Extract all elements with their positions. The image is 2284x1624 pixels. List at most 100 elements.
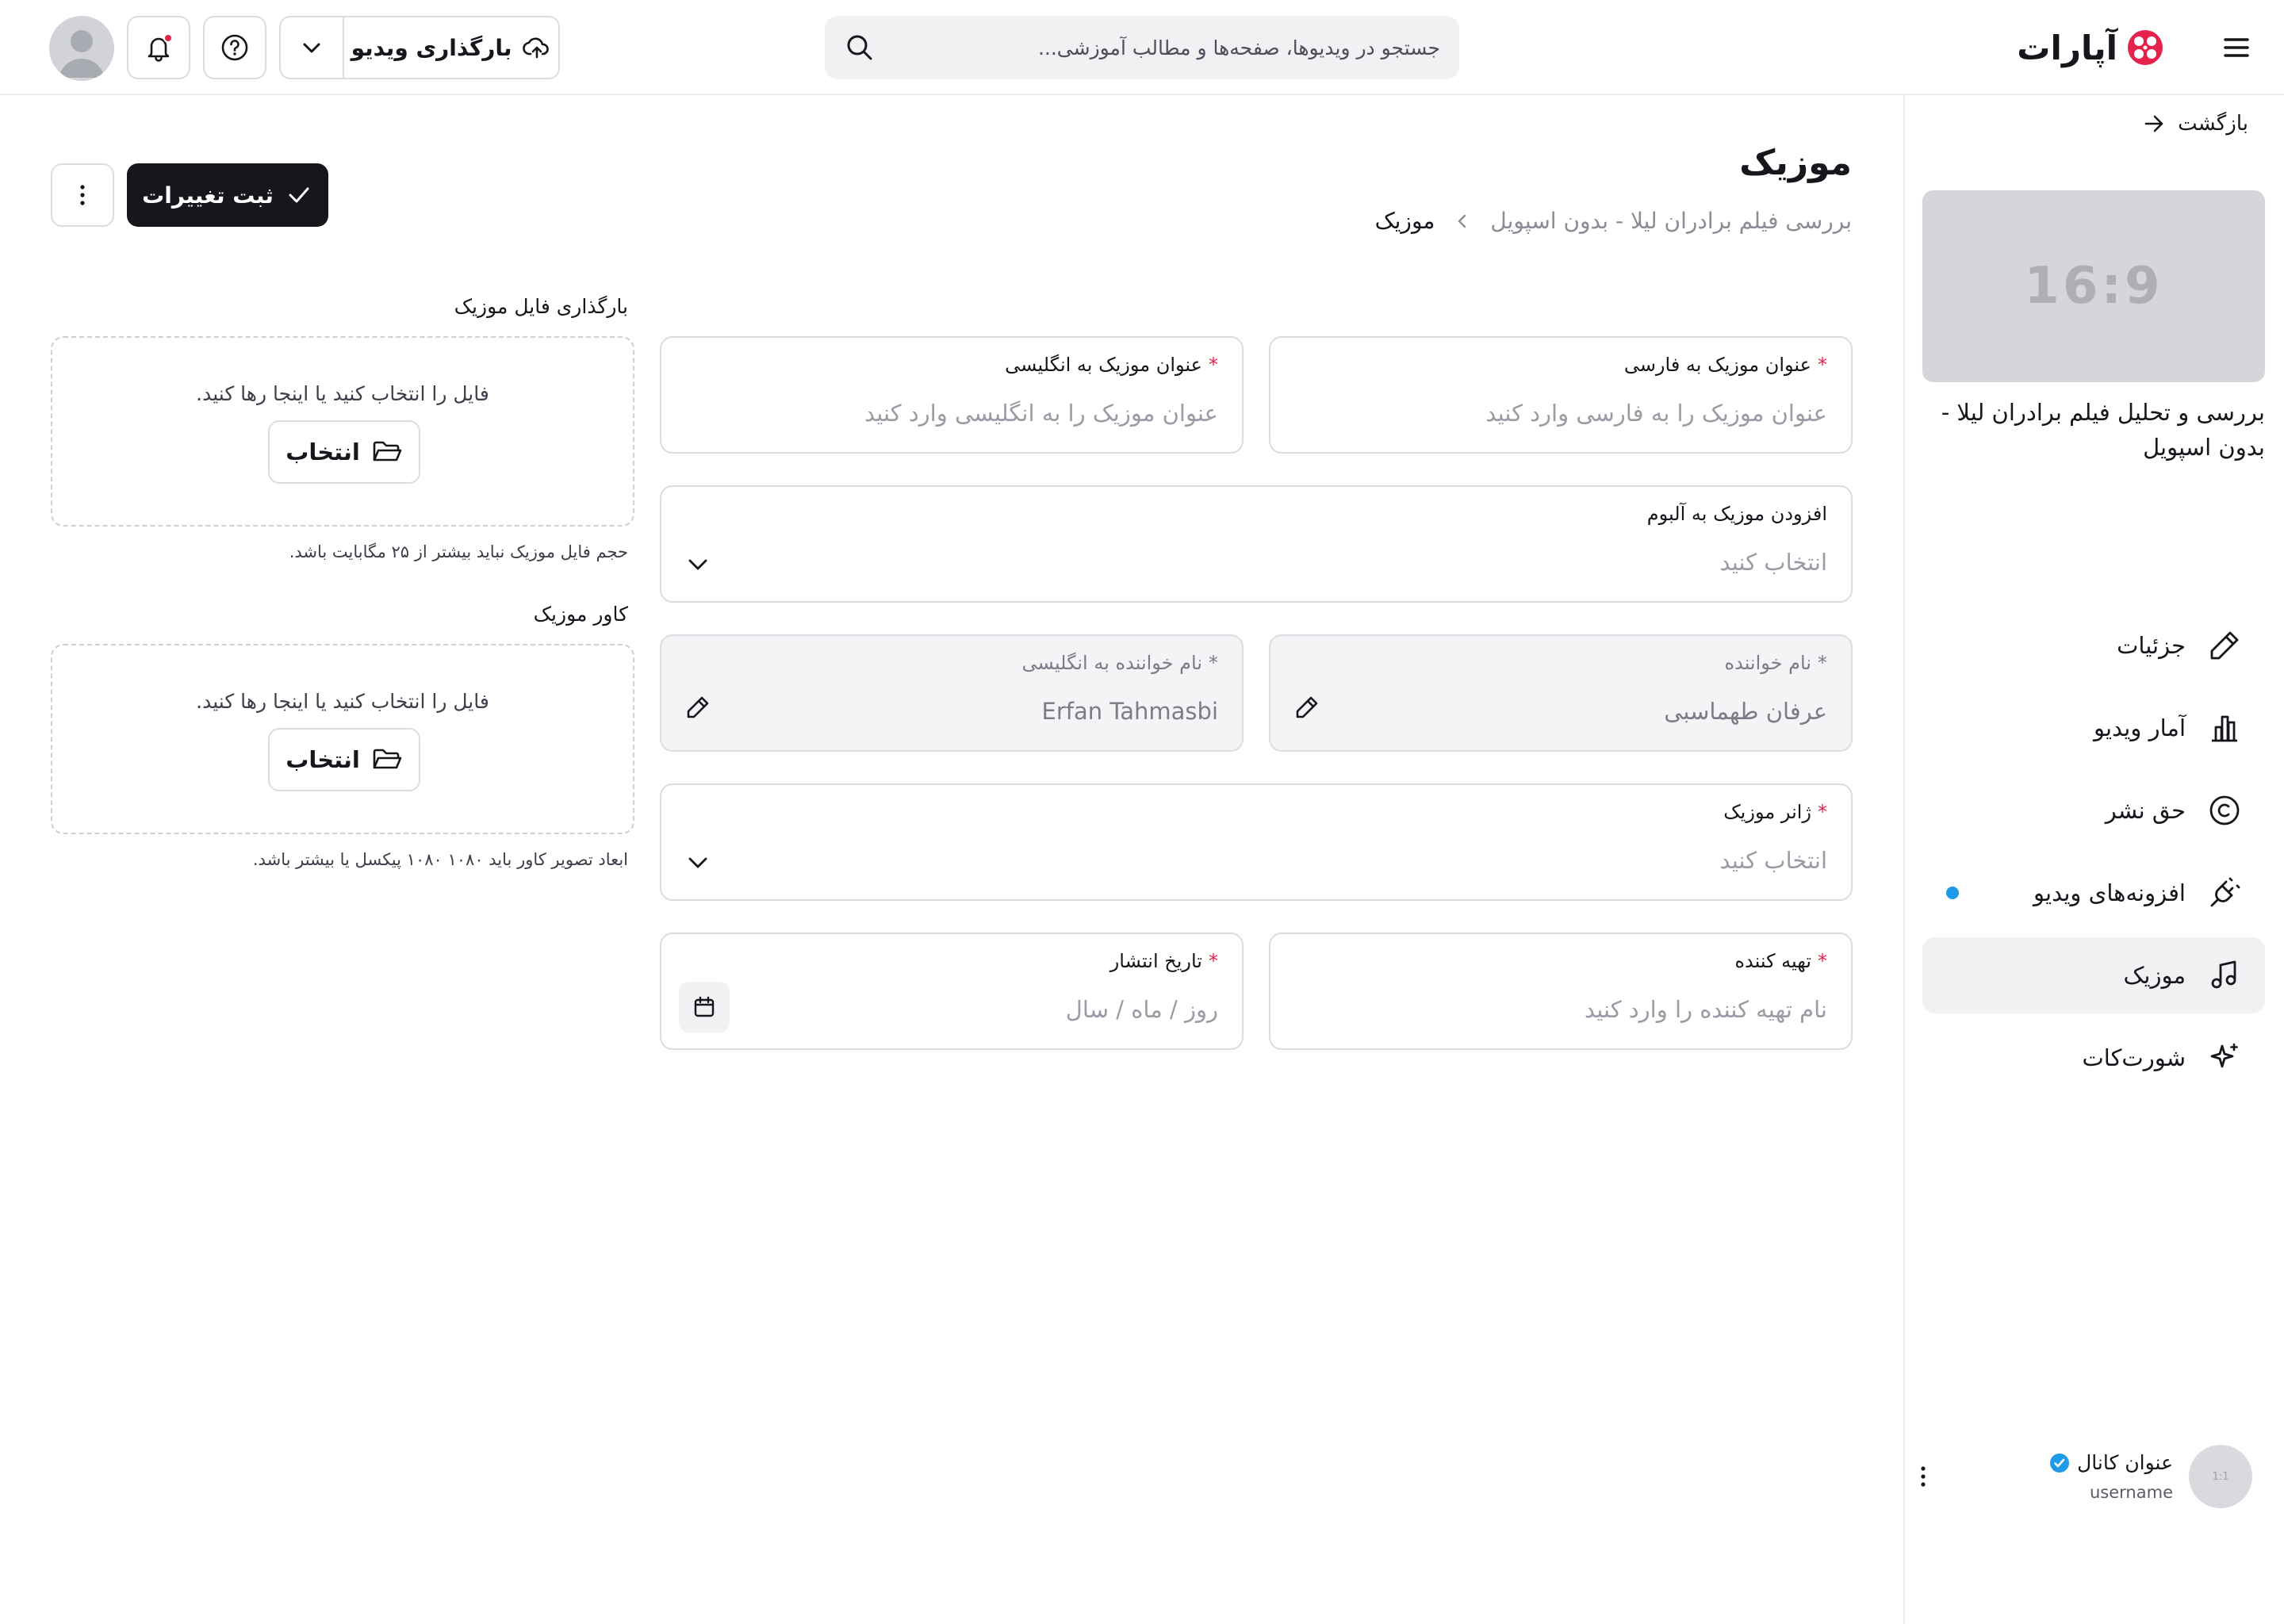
chevron-down-icon [684, 848, 712, 877]
page-title: موزیک [1739, 143, 1852, 183]
field-label: * تاریخ انتشار [1110, 950, 1218, 972]
music-dropzone[interactable]: فایل را انتخاب کنید یا اینجا رها کنید. ا… [51, 336, 634, 527]
avatar-ratio: 1:1 [2212, 1470, 2229, 1483]
pencil-icon [2206, 627, 2243, 664]
singer-fa-field: * نام خواننده عرفان طهماسبی [1269, 634, 1853, 752]
channel-avatar: 1:1 [2189, 1445, 2252, 1508]
upload-video-button[interactable]: بارگذاری ویدیو [344, 17, 558, 78]
nav-item-details[interactable]: جزئیات [1922, 607, 2265, 684]
more-options-button[interactable] [51, 163, 114, 227]
user-avatar[interactable] [49, 16, 114, 81]
save-changes-button[interactable]: ثبت تغییرات [127, 163, 328, 227]
chevron-down-icon [298, 34, 325, 61]
check-icon [285, 181, 313, 209]
search-input[interactable]: جستجو در ویدیوها، صفحه‌ها و مطالب آموزشی… [876, 36, 1440, 59]
breadcrumb-item-video[interactable]: بررسی فیلم برادران لیلا - بدون اسپویل [1490, 208, 1852, 234]
release-date-input[interactable]: روز / ماه / سال [1066, 996, 1218, 1023]
cover-label: کاور موزیک [533, 603, 628, 626]
release-date-label: تاریخ انتشار [1109, 950, 1202, 972]
nav-item-video-plugins[interactable]: افزونه‌های ویدیو [1922, 855, 2265, 931]
channel-username: username [2090, 1483, 2173, 1502]
field-label: * ژانر موزیک [1723, 801, 1827, 823]
nav-item-music[interactable]: موزیک [1922, 937, 2265, 1013]
choose-label: انتخاب [286, 439, 360, 465]
album-label: افزودن موزیک به آلبوم [1646, 503, 1827, 525]
save-label: ثبت تغییرات [142, 182, 274, 209]
field-label: * عنوان موزیک به فارسی [1624, 354, 1827, 376]
pencil-icon[interactable] [1293, 693, 1321, 722]
album-select-value: انتخاب کنید [1719, 549, 1827, 576]
required-mark: * [1209, 950, 1218, 972]
required-mark: * [1209, 354, 1218, 376]
folder-open-icon [371, 745, 403, 774]
album-select[interactable]: افزودن موزیک به آلبوم انتخاب کنید [660, 485, 1853, 603]
producer-field[interactable]: * تهیه کننده نام تهیه کننده را وارد کنید [1269, 933, 1853, 1050]
required-mark: * [1818, 801, 1827, 823]
nav-label: افزونه‌های ویدیو [2033, 879, 2186, 906]
producer-input[interactable]: نام تهیه کننده را وارد کنید [1585, 996, 1827, 1023]
video-thumbnail: 16:9 [1922, 190, 2265, 382]
channel-card[interactable]: 1:1 عنوان کانال username [1919, 1445, 2252, 1508]
aparat-logo-icon [2128, 30, 2163, 65]
cover-dropzone[interactable]: فایل را انتخاب کنید یا اینجا رها کنید. ا… [51, 644, 634, 834]
genre-select[interactable]: * ژانر موزیک انتخاب کنید [660, 783, 1853, 901]
nav-item-shortcut[interactable]: شورت‌کات [1922, 1020, 2265, 1096]
aparat-logo[interactable]: آپارات [2017, 24, 2165, 71]
sparkle-icon [2206, 1040, 2243, 1076]
title-en-field[interactable]: * عنوان موزیک به انگلیسی عنوان موزیک را ب… [660, 336, 1244, 454]
choose-cover-button[interactable]: انتخاب [268, 728, 420, 791]
upload-video-label: بارگذاری ویدیو [351, 34, 512, 61]
video-title: بررسی و تحلیل فیلم برادران لیلا - بدون ا… [1941, 399, 2265, 461]
title-en-label: عنوان موزیک به انگلیسی [1005, 354, 1202, 376]
more-vertical-icon[interactable] [1911, 1462, 1935, 1491]
nav-label: شورت‌کات [2082, 1044, 2186, 1071]
release-date-field[interactable]: * تاریخ انتشار روز / ماه / سال [660, 933, 1244, 1050]
help-button[interactable] [203, 16, 266, 79]
genre-select-value: انتخاب کنید [1719, 847, 1827, 874]
cloud-upload-icon [523, 33, 551, 62]
choose-label: انتخاب [286, 746, 360, 773]
nav-label: جزئیات [2117, 632, 2186, 659]
producer-label: تهیه کننده [1734, 950, 1811, 972]
singer-fa-value: عرفان طهماسبی [1664, 698, 1827, 725]
channel-name: عنوان کانال [2077, 1451, 2173, 1474]
notifications-button[interactable] [127, 16, 190, 79]
required-mark: * [1818, 950, 1827, 972]
arrow-right-icon [2141, 111, 2167, 136]
notification-dot [163, 33, 173, 43]
nav-label: آمار ویدیو [2094, 714, 2186, 741]
date-picker-button[interactable] [679, 982, 730, 1032]
dropzone-text: فایل را انتخاب کنید یا اینجا رها کنید. [196, 690, 489, 713]
singer-en-label: نام خواننده به انگلیسی [1021, 652, 1202, 674]
chevron-down-icon [684, 550, 712, 579]
field-label: * تهیه کننده [1734, 950, 1827, 972]
field-label: * عنوان موزیک به انگلیسی [1005, 354, 1218, 376]
title-fa-input[interactable]: عنوان موزیک را به فارسی وارد کنید [1485, 400, 1827, 427]
required-mark: * [1818, 652, 1827, 674]
folder-open-icon [371, 438, 403, 466]
music-note-icon [2206, 957, 2243, 994]
title-en-input[interactable]: عنوان موزیک را به انگلیسی وارد کنید [864, 400, 1218, 427]
pencil-icon[interactable] [684, 693, 712, 722]
title-fa-field[interactable]: * عنوان موزیک به فارسی عنوان موزیک را به … [1269, 336, 1853, 454]
field-label: * نام خواننده به انگلیسی [1022, 652, 1218, 674]
back-link[interactable]: بازگشت [2141, 111, 2248, 136]
music-size-hint: حجم فایل موزیک نباید بیشتر از ۲۵ مگابایت… [289, 542, 628, 561]
more-vertical-icon [75, 181, 90, 209]
search-bar[interactable]: جستجو در ویدیوها، صفحه‌ها و مطالب آموزشی… [825, 16, 1459, 79]
nav-label: موزیک [2123, 962, 2186, 989]
copyright-icon [2206, 792, 2243, 829]
upload-dropdown-button[interactable] [281, 17, 344, 78]
nav-item-copyright[interactable]: حق نشر [1922, 772, 2265, 848]
choose-music-button[interactable]: انتخاب [268, 420, 420, 484]
field-label: * نام خواننده [1725, 652, 1827, 674]
singer-en-value: Erfan Tahmasbi [1041, 698, 1218, 725]
hamburger-menu-icon[interactable] [2221, 32, 2252, 63]
required-mark: * [1209, 652, 1218, 674]
nav-item-video-stats[interactable]: آمار ویدیو [1922, 690, 2265, 766]
upload-video-group: بارگذاری ویدیو [279, 16, 560, 79]
new-badge-dot [1946, 887, 1959, 899]
search-icon[interactable] [844, 32, 876, 63]
cover-size-hint: ابعاد تصویر کاور باید ۱۰۸۰ ۱۰۸۰ پیکسل یا… [252, 850, 628, 869]
back-label: بازگشت [2178, 112, 2248, 136]
